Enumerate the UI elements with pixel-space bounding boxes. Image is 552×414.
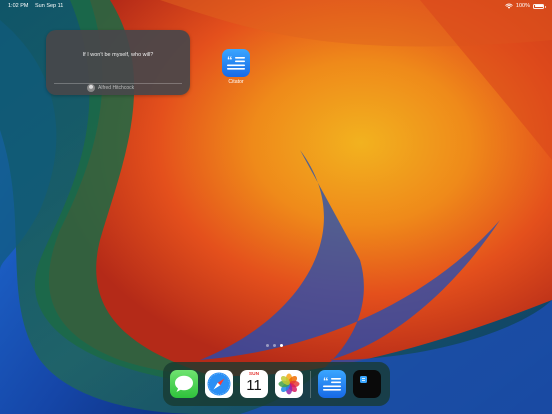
status-right: 100% [505, 0, 546, 12]
dark-app-icon [360, 376, 367, 383]
quote-widget[interactable]: If I won't be myself, who will? Alfred H… [46, 30, 190, 95]
widget-author: Alfred Hitchcock [87, 84, 134, 92]
status-left: 1:02 PM Sun Sep 11 [8, 0, 63, 12]
wifi-icon [505, 3, 513, 9]
battery-icon [533, 3, 546, 9]
dock-safari[interactable] [205, 370, 233, 398]
safari-compass-icon [207, 372, 231, 396]
status-time: 1:02 PM [8, 3, 29, 9]
page-indicator[interactable] [266, 344, 283, 347]
quote-list-icon: “ [227, 55, 245, 70]
widget-quote-text: If I won't be myself, who will? [82, 52, 154, 58]
photos-flower-icon [278, 373, 300, 395]
page-dot-3[interactable] [280, 344, 283, 347]
messages-icon [175, 375, 193, 392]
dock-messages[interactable] [170, 370, 198, 398]
page-dot-1[interactable] [266, 344, 269, 347]
battery-level [534, 5, 543, 7]
dock-calendar[interactable]: SUN 11 [240, 370, 268, 398]
quote-list-icon: “ [323, 376, 341, 391]
dock-dark-app[interactable] [353, 370, 381, 398]
status-date: Sun Sep 11 [35, 3, 64, 9]
dock-separator [310, 371, 311, 398]
dock-citator[interactable]: “ [318, 370, 346, 398]
page-dot-2[interactable] [273, 344, 276, 347]
citator-app-icon[interactable]: “ [222, 49, 250, 77]
citator-app-label: Citator [228, 79, 244, 85]
widget-author-name: Alfred Hitchcock [98, 85, 135, 91]
calendar-icon-date: 11 [246, 377, 262, 394]
author-avatar [87, 84, 95, 92]
status-bar: 1:02 PM Sun Sep 11 100% [0, 0, 552, 12]
battery-percent: 100% [515, 3, 530, 9]
dock-photos[interactable] [275, 370, 303, 398]
